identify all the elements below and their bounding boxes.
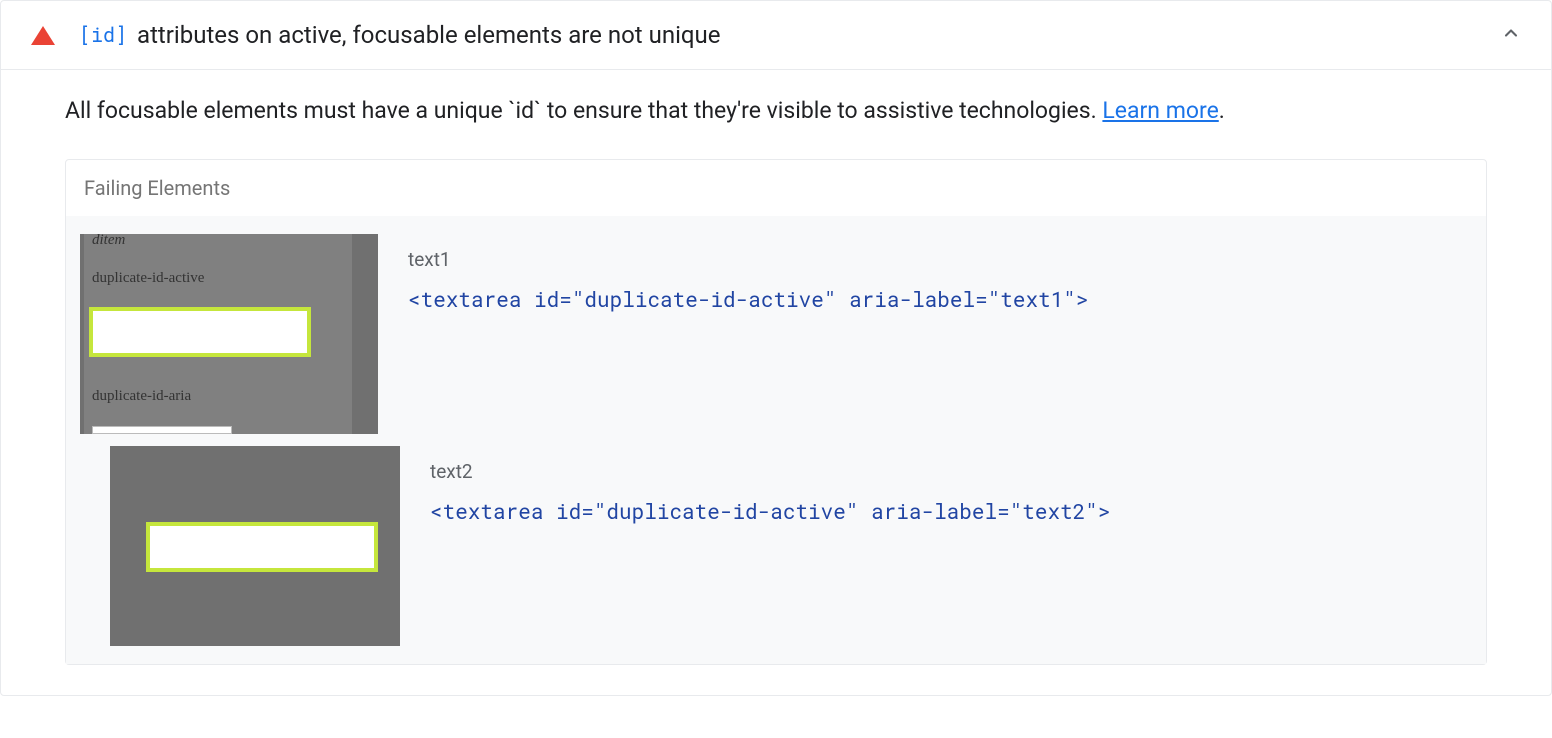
element-snippet: text1 <textarea id="duplicate-id-active"… — [378, 234, 1472, 327]
snippet-label: text2 — [430, 460, 1442, 483]
snippet-code: <textarea id="duplicate-id-active" aria-… — [430, 497, 1442, 525]
thumb-line: ditem — [92, 234, 125, 249]
snippet-label: text1 — [408, 248, 1442, 271]
element-thumbnail: ditem duplicate-id-active duplicate-id-a… — [80, 234, 378, 434]
snippet-code: <textarea id="duplicate-id-active" aria-… — [408, 285, 1442, 313]
error-triangle-icon — [31, 26, 55, 45]
audit-header[interactable]: [id] attributes on active, focusable ele… — [1, 1, 1551, 70]
thumb-line: duplicate-id-aria — [92, 388, 191, 405]
element-snippet: text2 <textarea id="duplicate-id-active"… — [400, 446, 1472, 539]
learn-more-link[interactable]: Learn more — [1102, 97, 1218, 124]
audit-description: All focusable elements must have a uniqu… — [65, 94, 1487, 129]
failing-elements-box: Failing Elements ditem duplicate-id-acti… — [65, 159, 1487, 665]
failing-item[interactable]: text2 <textarea id="duplicate-id-active"… — [66, 440, 1486, 652]
failing-elements-header: Failing Elements — [66, 160, 1486, 216]
chevron-up-icon[interactable] — [1501, 23, 1521, 48]
element-thumbnail — [110, 446, 400, 646]
audit-badge: [id] — [79, 22, 127, 48]
audit-title: [id] attributes on active, focusable ele… — [79, 21, 1501, 49]
audit-panel: [id] attributes on active, focusable ele… — [0, 0, 1552, 696]
failing-item[interactable]: ditem duplicate-id-active duplicate-id-a… — [66, 228, 1486, 440]
description-post: . — [1219, 97, 1225, 124]
audit-body: All focusable elements must have a uniqu… — [1, 70, 1551, 695]
description-text: All focusable elements must have a uniqu… — [65, 97, 1102, 124]
thumb-line: duplicate-id-active — [92, 270, 204, 287]
audit-title-text: attributes on active, focusable elements… — [137, 21, 721, 49]
failing-elements-list: ditem duplicate-id-active duplicate-id-a… — [66, 216, 1486, 664]
